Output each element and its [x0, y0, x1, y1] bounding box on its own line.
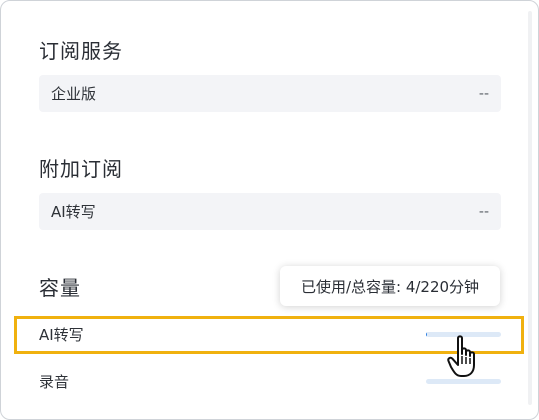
scrollbar[interactable] — [528, 11, 532, 405]
subscription-panel: 订阅服务 企业版 -- 附加订阅 AI转写 -- 容量 已使用/总容量: 4/2… — [0, 0, 539, 420]
capacity-row-label: 录音 — [39, 373, 70, 391]
capacity-title: 容量 — [39, 276, 81, 300]
subscription-title: 订阅服务 — [39, 39, 123, 63]
addon-title: 附加订阅 — [39, 157, 123, 181]
capacity-row-label: AI转写 — [39, 326, 84, 344]
capacity-bar-fill — [426, 332, 428, 337]
addon-label: AI转写 — [51, 203, 96, 221]
addon-value: -- — [478, 203, 489, 220]
addon-field: AI转写 -- — [39, 193, 501, 230]
subscription-field: 企业版 -- — [39, 75, 501, 112]
usage-tooltip: 已使用/总容量: 4/220分钟 — [280, 266, 500, 306]
subscription-value: -- — [478, 85, 489, 102]
subscription-label: 企业版 — [51, 85, 97, 103]
hand-pointer-icon — [447, 335, 475, 377]
